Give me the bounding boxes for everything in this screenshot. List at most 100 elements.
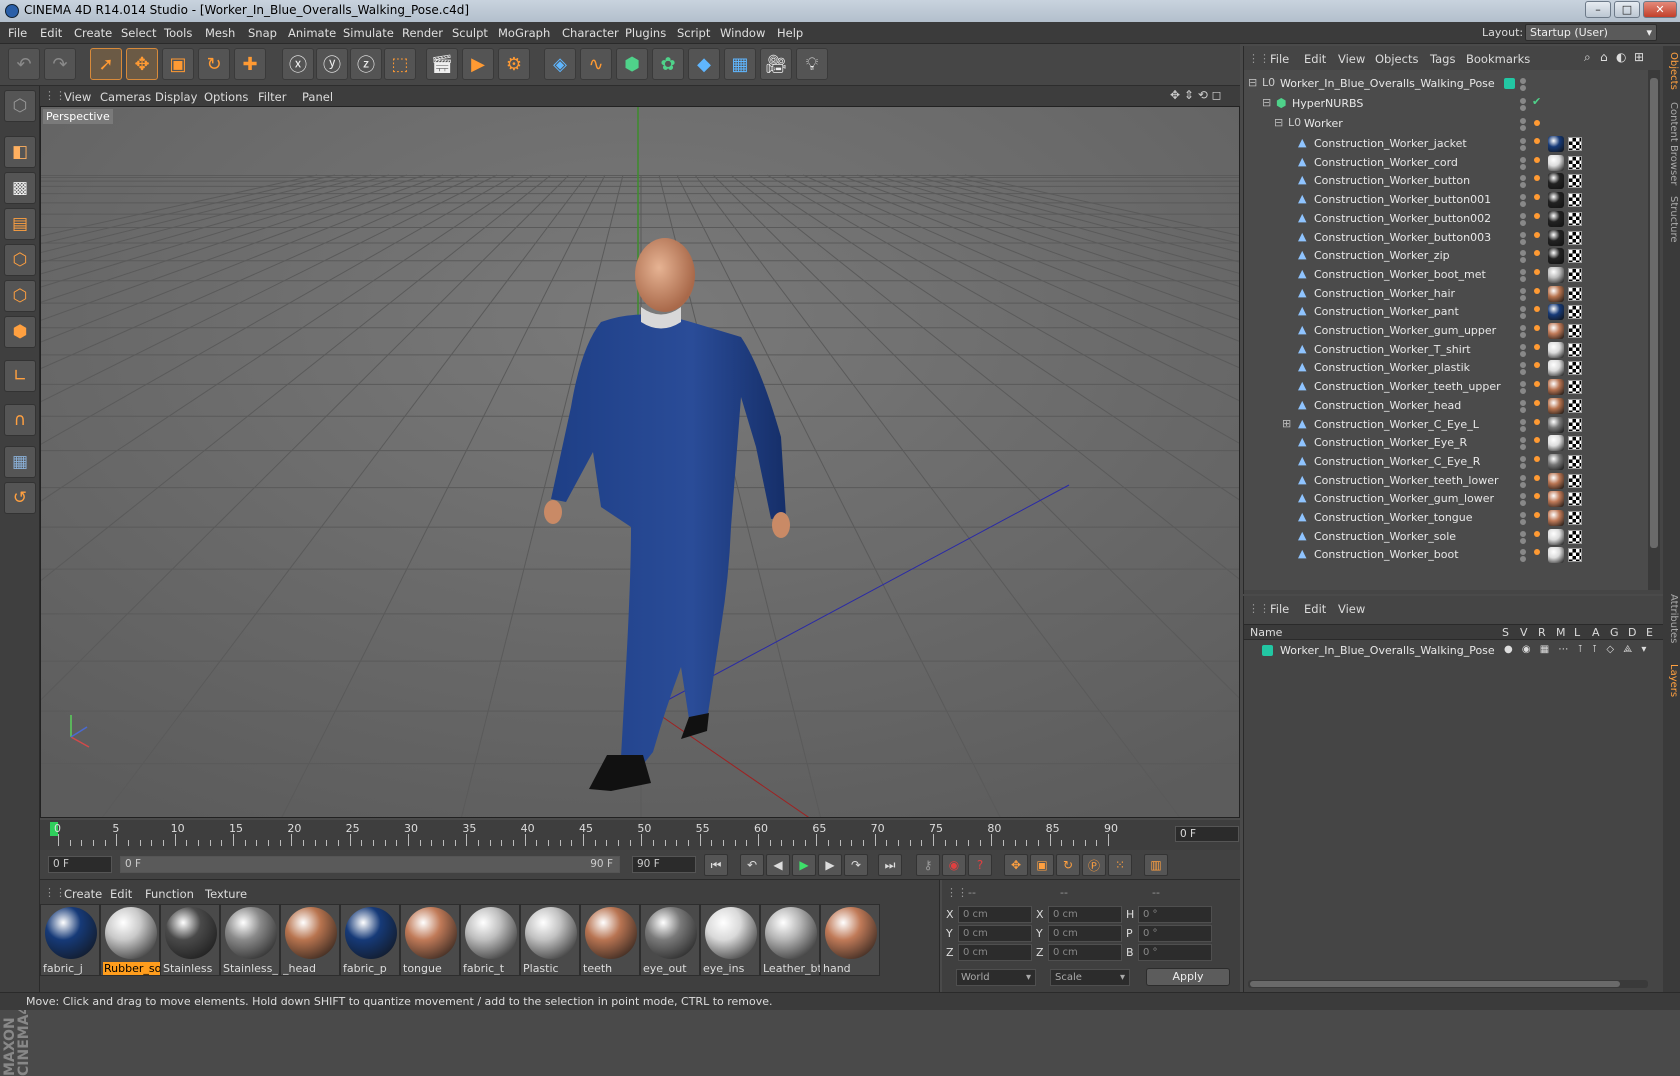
layer-menu-file[interactable]: File bbox=[1270, 602, 1289, 616]
phong-tag-icon[interactable] bbox=[1534, 268, 1540, 275]
record-keys-button[interactable]: ⚷ bbox=[916, 854, 940, 876]
uvw-tag-icon[interactable] bbox=[1568, 548, 1582, 563]
mat-menu-texture[interactable]: Texture bbox=[205, 887, 247, 901]
uvw-tag-icon[interactable] bbox=[1568, 137, 1582, 151]
render-dot[interactable] bbox=[1520, 537, 1526, 544]
menu-tools[interactable]: Tools bbox=[164, 26, 192, 40]
maximize-button[interactable]: □ bbox=[1614, 1, 1640, 18]
viewport-nav-icons[interactable]: ✥ ⇕ ⟲ ◻ bbox=[1170, 88, 1222, 102]
min-frame-field[interactable]: 0 F bbox=[48, 856, 112, 873]
menu-edit[interactable]: Edit bbox=[40, 26, 62, 40]
enabled-check-icon[interactable]: ✔ bbox=[1532, 95, 1541, 108]
phong-tag-icon[interactable] bbox=[1534, 530, 1540, 537]
y-axis-button[interactable]: ⓨ bbox=[316, 48, 348, 80]
visibility-dot[interactable] bbox=[1520, 530, 1526, 537]
visibility-dot[interactable] bbox=[1520, 437, 1526, 444]
material-swatch[interactable]: Plastic bbox=[520, 904, 580, 976]
material-tag-icon[interactable] bbox=[1548, 510, 1564, 526]
viewport-menu-options[interactable]: Options bbox=[204, 90, 248, 104]
goto-start-button[interactable]: ⏮ bbox=[704, 854, 728, 876]
tab-structure[interactable]: Structure bbox=[1664, 196, 1679, 243]
render-dot[interactable] bbox=[1520, 519, 1526, 525]
menu-character[interactable]: Character bbox=[562, 26, 619, 40]
minimize-button[interactable]: – bbox=[1585, 1, 1611, 18]
menu-select[interactable]: Select bbox=[121, 26, 156, 40]
object-scrollbar[interactable] bbox=[1648, 70, 1660, 590]
floor-button[interactable]: ▦ bbox=[724, 48, 756, 80]
layer-col-v[interactable]: V bbox=[1520, 626, 1528, 639]
material-tag-icon[interactable] bbox=[1548, 416, 1564, 433]
menu-simulate[interactable]: Simulate bbox=[343, 26, 394, 40]
phong-tag-icon[interactable] bbox=[1534, 362, 1540, 369]
menu-render[interactable]: Render bbox=[402, 26, 443, 40]
phong-tag-icon[interactable] bbox=[1534, 474, 1540, 481]
render-dot[interactable] bbox=[1520, 500, 1526, 507]
nurbs-button[interactable]: ⬢ bbox=[616, 48, 648, 80]
layer-menu-edit[interactable]: Edit bbox=[1304, 602, 1326, 616]
material-swatch[interactable]: teeth bbox=[580, 904, 640, 976]
uvw-tag-icon[interactable] bbox=[1568, 193, 1582, 208]
layer-flag-icons[interactable]: ● ◉ ▦ ⋯ ⊺ ⊺ ◇ ⟁ ▾ bbox=[1504, 644, 1649, 655]
visibility-dot[interactable] bbox=[1520, 212, 1526, 219]
layer-color-swatch[interactable] bbox=[1262, 645, 1273, 656]
layer-col-e[interactable]: E bbox=[1646, 626, 1653, 639]
visibility-dot[interactable] bbox=[1520, 418, 1526, 425]
uvw-tag-icon[interactable] bbox=[1568, 380, 1582, 395]
visibility-dot[interactable] bbox=[1520, 512, 1526, 518]
visibility-dot[interactable] bbox=[1520, 175, 1526, 182]
render-dot[interactable] bbox=[1520, 219, 1526, 226]
coord-value-field[interactable]: 0 cm bbox=[1048, 906, 1122, 923]
viewport-menu-cameras[interactable]: Cameras bbox=[100, 90, 151, 104]
layer-col-m[interactable]: M bbox=[1556, 626, 1566, 639]
render-dot[interactable] bbox=[1520, 125, 1526, 131]
visibility-dot[interactable] bbox=[1520, 455, 1526, 462]
next-frame-button[interactable]: ▶ bbox=[818, 854, 842, 876]
layer-col-d[interactable]: D bbox=[1628, 626, 1636, 639]
material-tag-icon[interactable] bbox=[1548, 547, 1564, 564]
rotate-tool-button[interactable]: ↻ bbox=[198, 48, 230, 80]
scale-tool-button[interactable]: ▣ bbox=[162, 48, 194, 80]
layout-dropdown[interactable]: Startup (User) ▾ bbox=[1525, 24, 1657, 41]
render-dot[interactable] bbox=[1520, 257, 1526, 264]
material-swatch[interactable]: Stainless bbox=[160, 904, 220, 976]
material-tag-icon[interactable] bbox=[1548, 285, 1564, 302]
material-tag-icon[interactable] bbox=[1548, 248, 1564, 265]
uvw-tag-icon[interactable] bbox=[1568, 155, 1582, 170]
uvw-tag-icon[interactable] bbox=[1568, 511, 1582, 525]
visibility-dot[interactable] bbox=[1520, 156, 1526, 163]
collapse-icon[interactable]: ⊟ bbox=[1274, 116, 1283, 129]
mat-menu-create[interactable]: Create bbox=[64, 887, 102, 901]
phong-tag-icon[interactable] bbox=[1534, 493, 1540, 500]
light-button[interactable]: 💡︎ bbox=[796, 48, 828, 80]
live-selection-button[interactable]: ➚ bbox=[90, 48, 122, 80]
render-dot[interactable] bbox=[1520, 388, 1526, 395]
render-dot[interactable] bbox=[1520, 332, 1526, 338]
visibility-dot[interactable] bbox=[1520, 268, 1526, 275]
tree-row-object[interactable]: ▲ Construction_Worker_boot_met bbox=[1244, 265, 1650, 285]
material-tag-icon[interactable] bbox=[1548, 210, 1564, 227]
menu-create[interactable]: Create bbox=[74, 26, 112, 40]
render-dot[interactable] bbox=[1520, 369, 1526, 376]
texture-mode-button[interactable]: ▩ bbox=[4, 172, 36, 204]
phong-tag-icon[interactable] bbox=[1534, 138, 1540, 144]
menu-window[interactable]: Window bbox=[720, 26, 765, 40]
uvw-tag-icon[interactable] bbox=[1568, 324, 1582, 338]
tree-row-object[interactable]: ▲ Construction_Worker_teeth_lower bbox=[1244, 471, 1650, 491]
visibility-dot[interactable] bbox=[1520, 250, 1526, 257]
scrollbar-thumb[interactable] bbox=[1650, 78, 1658, 548]
undo-button[interactable]: ↶ bbox=[8, 48, 40, 80]
render-dot[interactable] bbox=[1520, 182, 1526, 189]
coord-value-field[interactable]: 0 cm bbox=[958, 906, 1032, 923]
layer-col-g[interactable]: G bbox=[1610, 626, 1619, 639]
render-picture-viewer-button[interactable]: ▶ bbox=[462, 48, 494, 80]
material-swatch[interactable]: tongue bbox=[400, 904, 460, 976]
z-axis-button[interactable]: ⓩ bbox=[350, 48, 382, 80]
tree-row-object[interactable]: ▲ Construction_Worker_button003 bbox=[1244, 228, 1650, 248]
home-icon[interactable]: ⌂ bbox=[1600, 50, 1608, 64]
tree-row-root[interactable]: ⊟ L0 Worker_In_Blue_Overalls_Walking_Pos… bbox=[1244, 74, 1650, 94]
tree-row-object[interactable]: ▲ Construction_Worker_sole bbox=[1244, 527, 1650, 547]
search-icon[interactable]: ⌕ bbox=[1584, 50, 1591, 65]
tree-row-object[interactable]: ▲ Construction_Worker_T_shirt bbox=[1244, 340, 1650, 360]
tree-row-object[interactable]: ▲ Construction_Worker_boot bbox=[1244, 545, 1650, 565]
visibility-dot[interactable] bbox=[1520, 98, 1526, 104]
